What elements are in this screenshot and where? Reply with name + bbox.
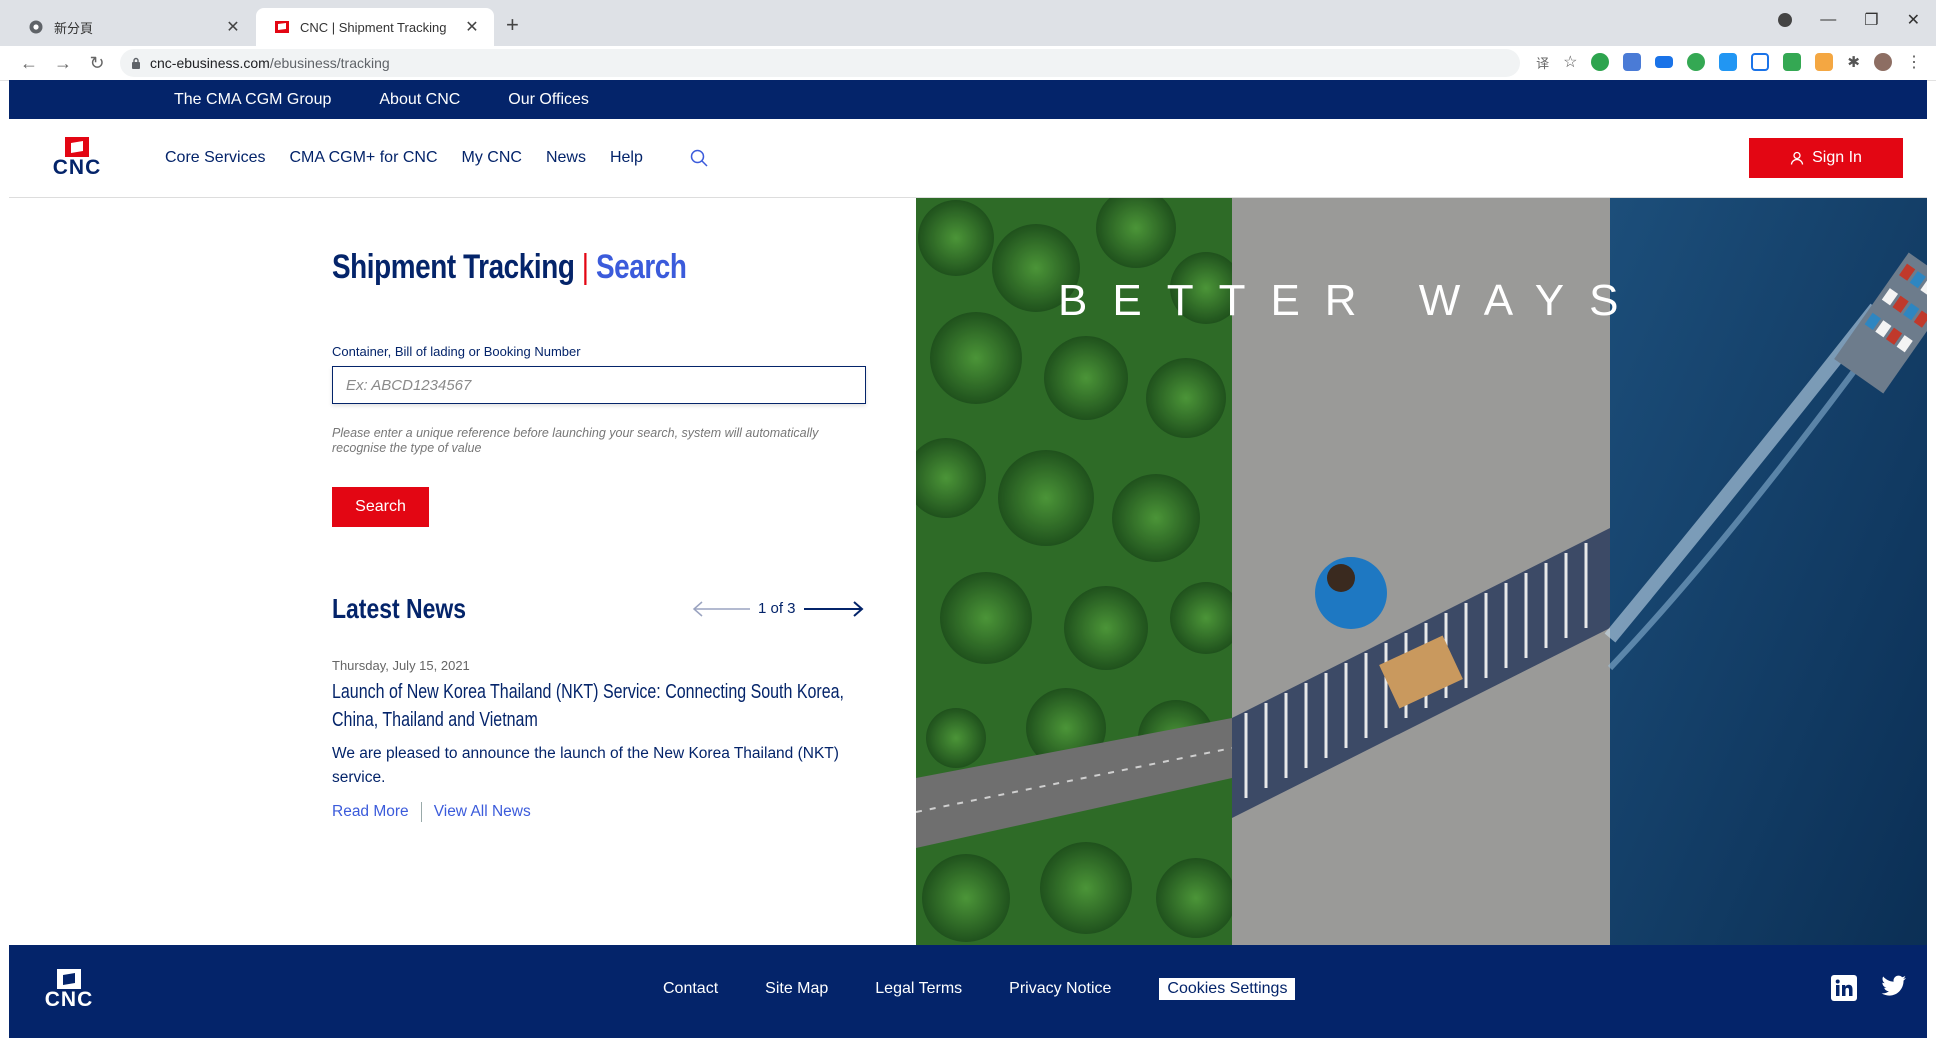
page-title: Shipment Tracking | Search (332, 248, 687, 287)
tab-title: CNC | Shipment Tracking (300, 19, 447, 35)
footer-link-privacy-notice[interactable]: Privacy Notice (1009, 980, 1111, 998)
url-path: /ebusiness/tracking (269, 55, 390, 71)
window-close-icon[interactable]: ✕ (1907, 10, 1920, 30)
tracking-field-label: Container, Bill of lading or Booking Num… (332, 344, 581, 359)
browser-tab-newtab[interactable]: 新分頁 ✕ (10, 8, 255, 46)
news-date: Thursday, July 15, 2021 (332, 658, 470, 673)
chrome-icon (28, 19, 44, 35)
user-icon (1790, 151, 1804, 165)
tab-search-icon[interactable] (1778, 13, 1793, 27)
latest-news-title: Latest News (332, 593, 466, 624)
search-button[interactable]: Search (332, 487, 429, 527)
cnc-favicon-icon (274, 19, 290, 35)
cnc-flag-icon (57, 969, 81, 989)
next-arrow-icon[interactable] (802, 600, 864, 617)
news-headline[interactable]: Launch of New Korea Thailand (NKT) Servi… (332, 678, 892, 734)
nav-my-cnc[interactable]: My CNC (462, 149, 522, 167)
nav-core-services[interactable]: Core Services (165, 149, 265, 167)
corporate-topbar: The CMA CGM Group About CNC Our Offices (9, 80, 1927, 119)
forward-arrow-icon[interactable]: → (46, 53, 80, 74)
prev-arrow-icon[interactable] (692, 600, 752, 617)
hero-image: BETTER WAYS (916, 198, 1927, 945)
main-content: Shipment Tracking | Search Container, Bi… (9, 198, 1927, 945)
tracking-hint-text: Please enter a unique reference before l… (332, 426, 819, 455)
cnc-flag-icon (65, 137, 89, 157)
close-tab-icon[interactable]: ✕ (460, 17, 484, 37)
news-pager-count: 1 of 3 (758, 600, 796, 617)
linkedin-icon[interactable] (1831, 975, 1857, 1001)
cnc-logo[interactable]: CNC (37, 137, 117, 179)
hero-slogan: BETTER WAYS (1058, 276, 1644, 325)
site-footer: CNC Contact Site Map Legal Terms Privacy… (9, 945, 1927, 1038)
browser-tab-strip: 新分頁 ✕ CNC | Shipment Tracking ✕ + — ❐ ✕ (0, 0, 1936, 46)
ui-extension-icon[interactable] (1751, 53, 1770, 71)
address-bar[interactable]: cnc-ebusiness.com /ebusiness/tracking (120, 49, 1520, 77)
lock-icon (132, 57, 140, 69)
footer-logo[interactable]: CNC (29, 969, 109, 1011)
topbar-link-cma-cgm-group[interactable]: The CMA CGM Group (174, 91, 331, 109)
windows-extension-icon[interactable] (1719, 53, 1738, 71)
site-root: The CMA CGM Group About CNC Our Offices … (9, 80, 1927, 1048)
browser-tab-tracking[interactable]: CNC | Shipment Tracking ✕ (256, 8, 494, 46)
translator-extension-icon[interactable] (1623, 53, 1642, 71)
news-body: We are pleased to announce the launch of… (332, 745, 839, 786)
search-icon[interactable] (689, 148, 709, 168)
read-more-link[interactable]: Read More (332, 803, 409, 821)
check-extension-icon[interactable] (1783, 53, 1802, 71)
nav-news[interactable]: News (546, 149, 586, 167)
extensions-puzzle-icon[interactable]: ✱ (1847, 53, 1860, 71)
cookies-settings-button[interactable]: Cookies Settings (1158, 977, 1297, 1001)
footer-link-legal-terms[interactable]: Legal Terms (875, 980, 962, 998)
translate-icon[interactable]: 译 (1536, 53, 1549, 72)
sign-in-label: Sign In (1812, 149, 1862, 166)
url-host: cnc-ebusiness.com (150, 55, 270, 71)
line-extension-icon[interactable] (1687, 53, 1706, 71)
new-tab-plus-icon[interactable]: + (506, 12, 519, 38)
list-extension-icon[interactable] (1655, 56, 1674, 68)
view-all-news-link[interactable]: View All News (434, 803, 531, 821)
twitter-icon[interactable] (1881, 975, 1907, 997)
avatar[interactable] (1874, 53, 1892, 71)
minimize-icon[interactable]: — (1820, 11, 1836, 29)
footer-logo-text: CNC (44, 988, 94, 1011)
back-arrow-icon[interactable]: ← (12, 53, 46, 74)
menu-kebab-icon[interactable]: ⋮ (1906, 52, 1922, 72)
logo-text: CNC (52, 156, 102, 179)
page-title-separator: | (581, 248, 589, 286)
footer-link-site-map[interactable]: Site Map (765, 980, 828, 998)
news-links: Read More View All News (332, 802, 531, 822)
evernote-extension-icon[interactable] (1591, 53, 1610, 71)
tracking-number-input[interactable] (332, 366, 866, 404)
grid-extension-icon[interactable] (1815, 53, 1834, 71)
link-divider (420, 802, 422, 822)
tracking-panel: Shipment Tracking | Search Container, Bi… (9, 198, 916, 945)
topbar-link-our-offices[interactable]: Our Offices (508, 91, 589, 109)
news-pager: 1 of 3 (692, 600, 864, 617)
restore-icon[interactable]: ❐ (1864, 10, 1878, 30)
close-tab-icon[interactable]: ✕ (221, 17, 245, 37)
reload-icon[interactable]: ↻ (80, 53, 114, 74)
tab-title: 新分頁 (54, 20, 94, 36)
topbar-link-about-cnc[interactable]: About CNC (379, 91, 460, 109)
bookmark-star-icon[interactable]: ☆ (1563, 52, 1577, 72)
browser-toolbar: ← → ↻ cnc-ebusiness.com /ebusiness/track… (0, 46, 1936, 81)
page-title-sub: Search (595, 248, 687, 286)
page-title-main: Shipment Tracking (332, 248, 575, 286)
nav-cma-cgm-plus[interactable]: CMA CGM+ for CNC (289, 149, 437, 167)
main-navigation: CNC Core Services CMA CGM+ for CNC My CN… (9, 119, 1927, 198)
nav-help[interactable]: Help (610, 149, 643, 167)
sign-in-button[interactable]: Sign In (1749, 138, 1903, 178)
footer-link-contact[interactable]: Contact (663, 980, 718, 998)
